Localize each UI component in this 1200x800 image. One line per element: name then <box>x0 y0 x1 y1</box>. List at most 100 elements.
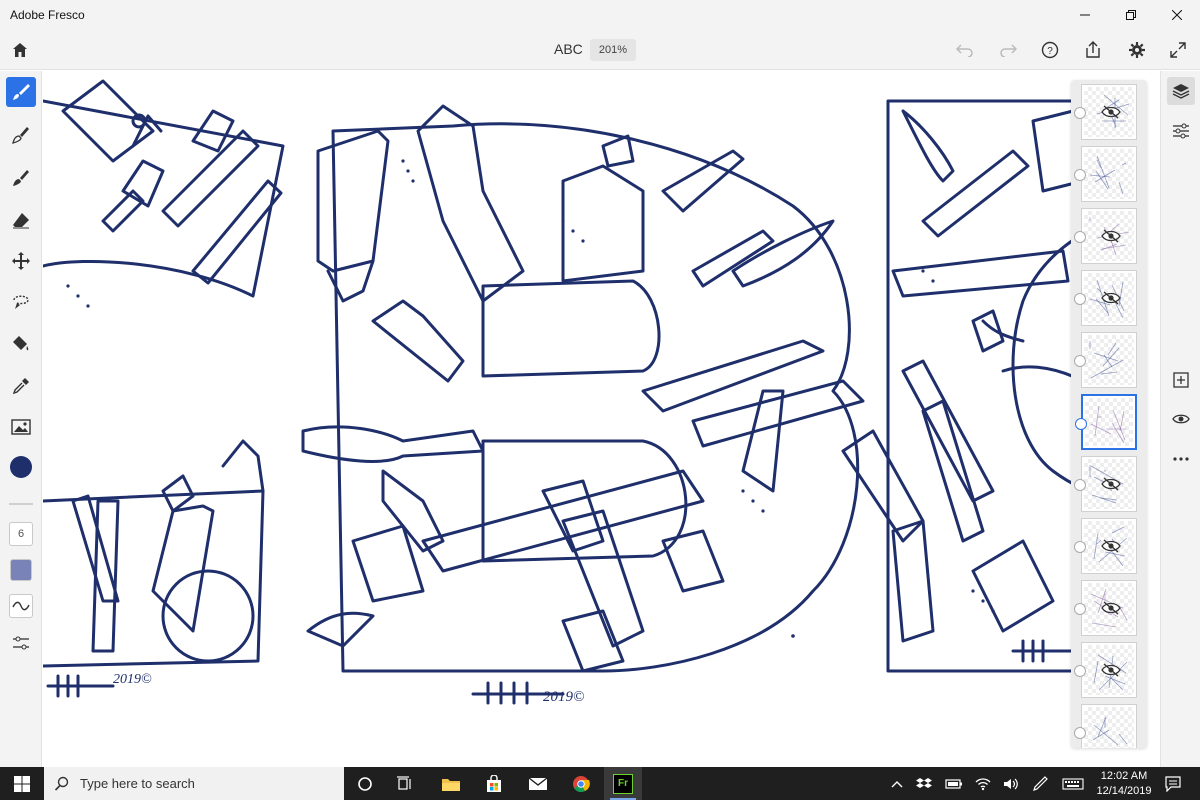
battery-tray-button[interactable] <box>944 767 964 800</box>
layer-thumbnail[interactable] <box>1074 704 1137 748</box>
title-bar: Adobe Fresco <box>0 0 1200 30</box>
chrome-button[interactable] <box>562 767 600 800</box>
layer-properties-icon <box>1173 123 1189 139</box>
layer-handle[interactable] <box>1074 231 1086 243</box>
live-brush-icon <box>12 127 29 144</box>
layers-button[interactable] <box>1167 77 1195 105</box>
layer-thumbnail[interactable] <box>1075 394 1137 450</box>
wifi-tray-button[interactable] <box>973 767 993 800</box>
chrome-icon <box>573 775 590 792</box>
svg-text:?: ? <box>1047 46 1053 57</box>
color-swatch-button[interactable] <box>6 452 36 482</box>
tool-pixel-brush[interactable] <box>6 77 36 107</box>
hidden-eye-icon <box>1100 661 1122 679</box>
layer-properties-button[interactable] <box>1167 117 1195 145</box>
more-options-button[interactable] <box>1167 445 1195 473</box>
artwork: 2019© 2019© <box>43 79 1145 705</box>
paint-bucket-icon <box>13 336 29 351</box>
layer-handle[interactable] <box>1074 479 1086 491</box>
tool-eraser[interactable] <box>6 205 36 235</box>
help-button[interactable]: ? <box>1038 38 1062 62</box>
redo-button[interactable] <box>996 38 1020 62</box>
window-title: Adobe Fresco <box>10 8 85 22</box>
task-view-button[interactable] <box>386 767 424 800</box>
show-hidden-icons-button[interactable] <box>888 767 906 800</box>
volume-tray-button[interactable] <box>1001 767 1021 800</box>
task-view-icon <box>397 775 411 790</box>
dropbox-tray-button[interactable] <box>914 767 934 800</box>
tool-eyedropper[interactable] <box>6 371 36 401</box>
layer-thumbnail[interactable] <box>1074 456 1137 512</box>
layer-handle[interactable] <box>1074 355 1086 367</box>
tool-selection[interactable] <box>6 287 36 317</box>
layer-thumbnail[interactable] <box>1074 84 1137 140</box>
layer-handle[interactable] <box>1075 418 1087 430</box>
layer-thumbnail[interactable] <box>1074 270 1137 326</box>
layer-thumbnail[interactable] <box>1074 332 1137 388</box>
taskbar-search-box[interactable]: Type here to search <box>44 767 344 800</box>
brush-size-value[interactable]: 6 <box>9 522 33 546</box>
wifi-icon <box>975 777 991 790</box>
tool-live-brush[interactable] <box>6 120 36 150</box>
tool-move[interactable] <box>6 246 36 276</box>
taskbar-clock[interactable]: 12:02 AM 12/14/2019 <box>1096 769 1152 799</box>
layer-thumbnail[interactable] <box>1074 642 1137 698</box>
share-icon <box>1086 41 1100 58</box>
layer-handle[interactable] <box>1074 727 1086 739</box>
fullscreen-button[interactable] <box>1166 38 1190 62</box>
share-button[interactable] <box>1081 38 1105 62</box>
drawing-canvas[interactable]: 2019© 2019© <box>43 71 1158 767</box>
redo-icon <box>1000 44 1017 57</box>
document-title[interactable]: ABC <box>554 41 583 57</box>
start-button[interactable] <box>0 767 44 800</box>
layer-handle[interactable] <box>1074 107 1086 119</box>
layer-handle[interactable] <box>1074 293 1086 305</box>
svg-text:2019©: 2019© <box>543 689 584 705</box>
layer-thumbnail[interactable] <box>1074 580 1137 636</box>
fresco-taskbar-button[interactable]: Fr <box>604 767 642 800</box>
app-header: ABC 201% ? <box>0 30 1200 70</box>
touch-keyboard-button[interactable] <box>1060 767 1086 800</box>
brush-preview-icon <box>10 559 32 581</box>
minimize-icon <box>1080 14 1090 16</box>
action-center-button[interactable] <box>1160 767 1186 800</box>
layer-thumbnail[interactable] <box>1074 518 1137 574</box>
hidden-eye-icon <box>1100 475 1122 493</box>
search-icon <box>54 776 69 791</box>
undo-icon <box>956 44 973 57</box>
layer-thumbnail[interactable] <box>1074 208 1137 264</box>
tool-vector-brush[interactable] <box>6 163 36 193</box>
minimize-button[interactable] <box>1062 0 1108 30</box>
zoom-level[interactable]: 201% <box>590 39 636 61</box>
battery-icon <box>945 778 962 789</box>
cortana-icon <box>358 776 372 791</box>
settings-button[interactable] <box>1125 38 1149 62</box>
svg-text:2019©: 2019© <box>113 672 152 687</box>
eyedropper-icon <box>12 378 29 395</box>
tool-fill[interactable] <box>6 329 36 359</box>
layer-handle[interactable] <box>1074 603 1086 615</box>
brush-preview-button[interactable] <box>6 555 36 585</box>
pen-workspace-button[interactable] <box>1030 767 1050 800</box>
pixel-brush-icon <box>13 84 30 100</box>
layer-handle[interactable] <box>1074 665 1086 677</box>
add-layer-icon <box>1173 372 1189 388</box>
layer-thumbnail[interactable] <box>1074 146 1137 202</box>
layer-artwork-preview <box>1092 716 1128 746</box>
file-explorer-button[interactable] <box>432 767 470 800</box>
layer-handle[interactable] <box>1074 169 1086 181</box>
close-button[interactable] <box>1154 0 1200 30</box>
undo-button[interactable] <box>953 38 977 62</box>
restore-button[interactable] <box>1108 0 1154 30</box>
cortana-button[interactable] <box>346 767 384 800</box>
tool-options-button[interactable] <box>6 628 36 658</box>
layer-visibility-button[interactable] <box>1167 405 1195 433</box>
store-button[interactable] <box>475 767 513 800</box>
brush-settings-button[interactable] <box>6 591 36 621</box>
layer-handle[interactable] <box>1074 541 1086 553</box>
tool-place-image[interactable] <box>6 412 36 442</box>
add-layer-button[interactable] <box>1167 366 1195 394</box>
layers-panel <box>1071 80 1147 748</box>
home-button[interactable] <box>8 38 32 62</box>
mail-button[interactable] <box>519 767 557 800</box>
